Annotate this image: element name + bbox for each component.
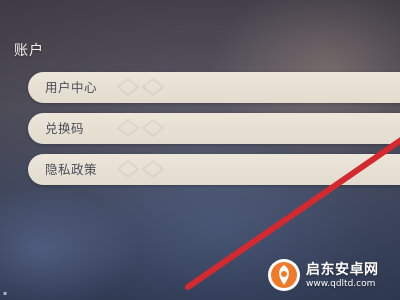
site-watermark: 启东安卓网 www.qdltd.com: [266, 254, 398, 296]
game-settings-screen: 账户 用户中心 兑换码 隐私政策 ▪ 启东安卓网 www.qdltd.com: [0, 0, 400, 300]
watermark-brand: 启东安卓网: [306, 262, 379, 278]
brand-logo-icon: [268, 259, 300, 291]
watermark-url: www.qdltd.com: [306, 279, 376, 289]
corner-mark: ▪: [3, 290, 8, 297]
